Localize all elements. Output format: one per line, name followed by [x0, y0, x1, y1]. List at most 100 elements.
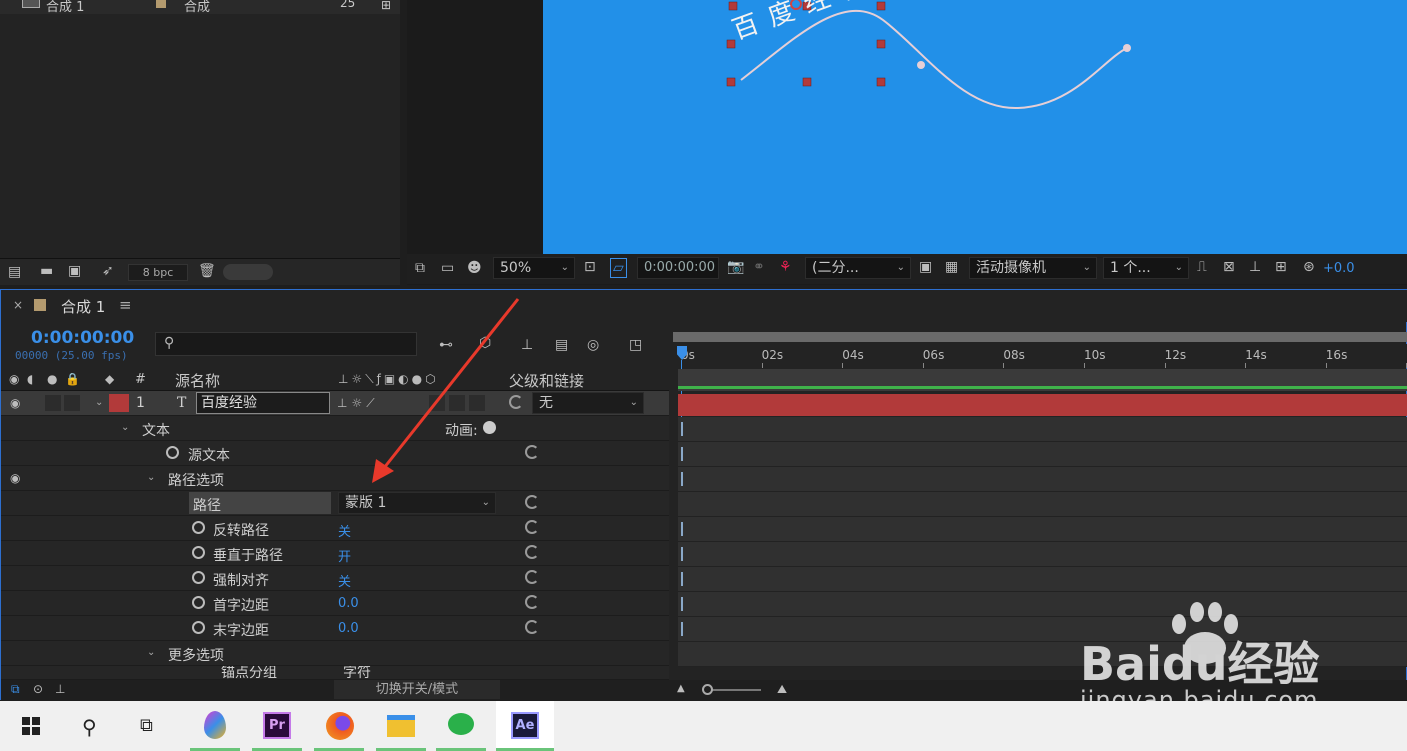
- zoom-slider-handle[interactable]: [702, 684, 713, 695]
- property-row[interactable]: 反转路径 关: [1, 516, 669, 541]
- trash-icon[interactable]: 🗑: [198, 264, 216, 278]
- close-icon[interactable]: ×: [13, 298, 23, 312]
- property-row[interactable]: 源文本: [1, 441, 669, 466]
- property-group-text[interactable]: ⌄ 文本 动画:: [1, 416, 669, 441]
- property-row-path[interactable]: 路径 蒙版 1 ⌄: [1, 491, 669, 516]
- bounding-handle[interactable]: [726, 77, 736, 87]
- eye-icon[interactable]: ◉: [10, 397, 20, 409]
- path-vertex[interactable]: [1123, 44, 1131, 52]
- reset-exposure-icon[interactable]: ⎍: [1197, 260, 1207, 274]
- new-composition-icon[interactable]: ▣: [68, 264, 81, 278]
- property-value[interactable]: 开: [338, 546, 351, 565]
- frame-blending-icon[interactable]: ▤: [555, 338, 568, 352]
- flowchart-icon[interactable]: ⊞: [1275, 260, 1287, 274]
- pick-whip-icon[interactable]: [525, 520, 539, 534]
- stopwatch-icon[interactable]: [192, 621, 205, 634]
- audio-icon[interactable]: ◖: [27, 373, 33, 385]
- timeline-icon[interactable]: ⊥: [1249, 260, 1261, 274]
- property-value[interactable]: 关: [338, 521, 351, 540]
- layer-row[interactable]: ◉ ⌄ 1 T 百度经验 ⊥☼⟋ 无 ⌄: [1, 391, 669, 416]
- path-dropdown[interactable]: 蒙版 1 ⌄: [338, 492, 496, 514]
- stopwatch-icon[interactable]: [166, 446, 179, 459]
- property-group-more-options[interactable]: ⌄ 更多选项: [1, 641, 669, 666]
- start-button[interactable]: [6, 701, 56, 751]
- pick-whip-icon[interactable]: [525, 545, 539, 559]
- show-snapshot-icon[interactable]: ⚭: [753, 260, 765, 274]
- safe-margins-icon[interactable]: ⊡: [584, 260, 596, 274]
- project-item-row[interactable]: 合成 1 合成 25 ⊞: [0, 0, 400, 15]
- pick-whip-icon[interactable]: [525, 595, 539, 609]
- new-folder-icon[interactable]: ▬: [40, 264, 53, 278]
- monitor-icon[interactable]: ▭: [441, 261, 454, 275]
- property-value[interactable]: 关: [338, 571, 351, 590]
- graph-editor-icon[interactable]: ◳: [629, 338, 642, 352]
- fast-preview-icon[interactable]: ⊠: [1223, 260, 1235, 274]
- always-preview-icon[interactable]: ⧉: [415, 261, 425, 275]
- region-of-interest-icon[interactable]: ▣: [919, 260, 932, 274]
- taskbar-app-premiere[interactable]: Pr: [252, 701, 302, 751]
- chevron-down-icon[interactable]: ⌄: [147, 472, 155, 483]
- video-eye-icon[interactable]: ◉: [9, 373, 19, 385]
- composition-canvas[interactable]: 百度经验: [543, 0, 1407, 254]
- task-view-button[interactable]: ⧉: [126, 701, 176, 751]
- taskbar-app-after-effects[interactable]: Ae: [496, 701, 554, 751]
- expand-collapse-icon[interactable]: ⧉: [11, 683, 20, 695]
- property-row[interactable]: 强制对齐 关: [1, 566, 669, 591]
- zoom-slider[interactable]: [705, 689, 761, 691]
- label-color-swatch[interactable]: [156, 0, 166, 8]
- layer-duration-bar[interactable]: [678, 394, 1407, 416]
- current-time-display[interactable]: 0:00:00:00: [31, 328, 134, 348]
- resolution-dropdown[interactable]: (二分... ⌄: [805, 257, 911, 279]
- layer-name-field[interactable]: 百度经验: [196, 392, 330, 414]
- solo-icon[interactable]: ●: [47, 373, 57, 385]
- pick-whip-icon[interactable]: [525, 620, 539, 634]
- panel-menu-icon[interactable]: ≡: [119, 296, 132, 314]
- property-value[interactable]: 0.0: [338, 621, 359, 636]
- zoom-out-mountain-icon[interactable]: ▲: [677, 684, 685, 694]
- render-time-icon[interactable]: ⊥: [55, 683, 65, 695]
- camera-snapshot-icon[interactable]: 📷: [727, 260, 744, 274]
- exposure-icon[interactable]: ⊛: [1303, 260, 1315, 274]
- mask-path[interactable]: [740, 9, 1128, 110]
- timecode-field[interactable]: 0:00:00:00: [637, 257, 719, 279]
- search-button[interactable]: ⚲: [66, 701, 116, 751]
- transparency-grid-icon[interactable]: ▦: [945, 260, 958, 274]
- work-area-bar[interactable]: [673, 332, 1407, 342]
- taskbar-app-firefox[interactable]: [314, 701, 364, 751]
- taskbar-app-wechat[interactable]: [436, 701, 486, 751]
- mask-path-toggle-icon[interactable]: ▱: [610, 258, 627, 278]
- bounding-handle[interactable]: [802, 77, 812, 87]
- taskbar-app-explorer[interactable]: [376, 701, 426, 751]
- col-source-name[interactable]: 源名称: [175, 370, 220, 391]
- exposure-value[interactable]: +0.0: [1323, 261, 1355, 276]
- eye-icon[interactable]: ◉: [10, 472, 20, 484]
- label-tag-icon[interactable]: ◆: [105, 373, 114, 385]
- render-queue-icon[interactable]: ➶: [102, 264, 114, 278]
- property-row[interactable]: 锚点分组 字符: [1, 666, 669, 680]
- property-row[interactable]: 末字边距 0.0: [1, 616, 669, 641]
- zoom-in-mountain-icon[interactable]: ⛰: [777, 683, 787, 695]
- bounding-handle[interactable]: [876, 77, 886, 87]
- timeline-tab-title[interactable]: 合成 1: [61, 296, 105, 317]
- flowchart-icon[interactable]: ⊞: [381, 0, 391, 12]
- solo-box[interactable]: [45, 395, 61, 411]
- toggle-switches-modes-button[interactable]: 切换开关/模式: [334, 680, 500, 699]
- motion-blur-icon[interactable]: ◎: [587, 338, 599, 352]
- stopwatch-icon[interactable]: [192, 571, 205, 584]
- mask-visibility-icon[interactable]: ☻: [467, 261, 482, 275]
- stopwatch-icon[interactable]: [192, 521, 205, 534]
- color-channels-icon[interactable]: ⚘: [779, 260, 792, 274]
- zoom-dropdown[interactable]: 50% ⌄: [493, 257, 575, 279]
- lock-icon[interactable]: 🔒: [65, 373, 80, 385]
- time-ruler[interactable]: 0s02s04s06s08s10s12s14s16s18: [673, 344, 1407, 368]
- stopwatch-icon[interactable]: [192, 596, 205, 609]
- path-vertex[interactable]: [917, 61, 925, 69]
- chevron-down-icon[interactable]: ⌄: [95, 397, 103, 408]
- bounding-handle[interactable]: [726, 39, 736, 49]
- property-group-path-options[interactable]: ◉ ⌄ 路径选项: [1, 466, 669, 491]
- interpret-footage-icon[interactable]: ▤: [8, 265, 21, 279]
- chevron-down-icon[interactable]: ⌄: [121, 422, 129, 433]
- property-row[interactable]: 首字边距 0.0: [1, 591, 669, 616]
- modes-icon[interactable]: ⊙: [33, 683, 43, 695]
- lock-box[interactable]: [64, 395, 80, 411]
